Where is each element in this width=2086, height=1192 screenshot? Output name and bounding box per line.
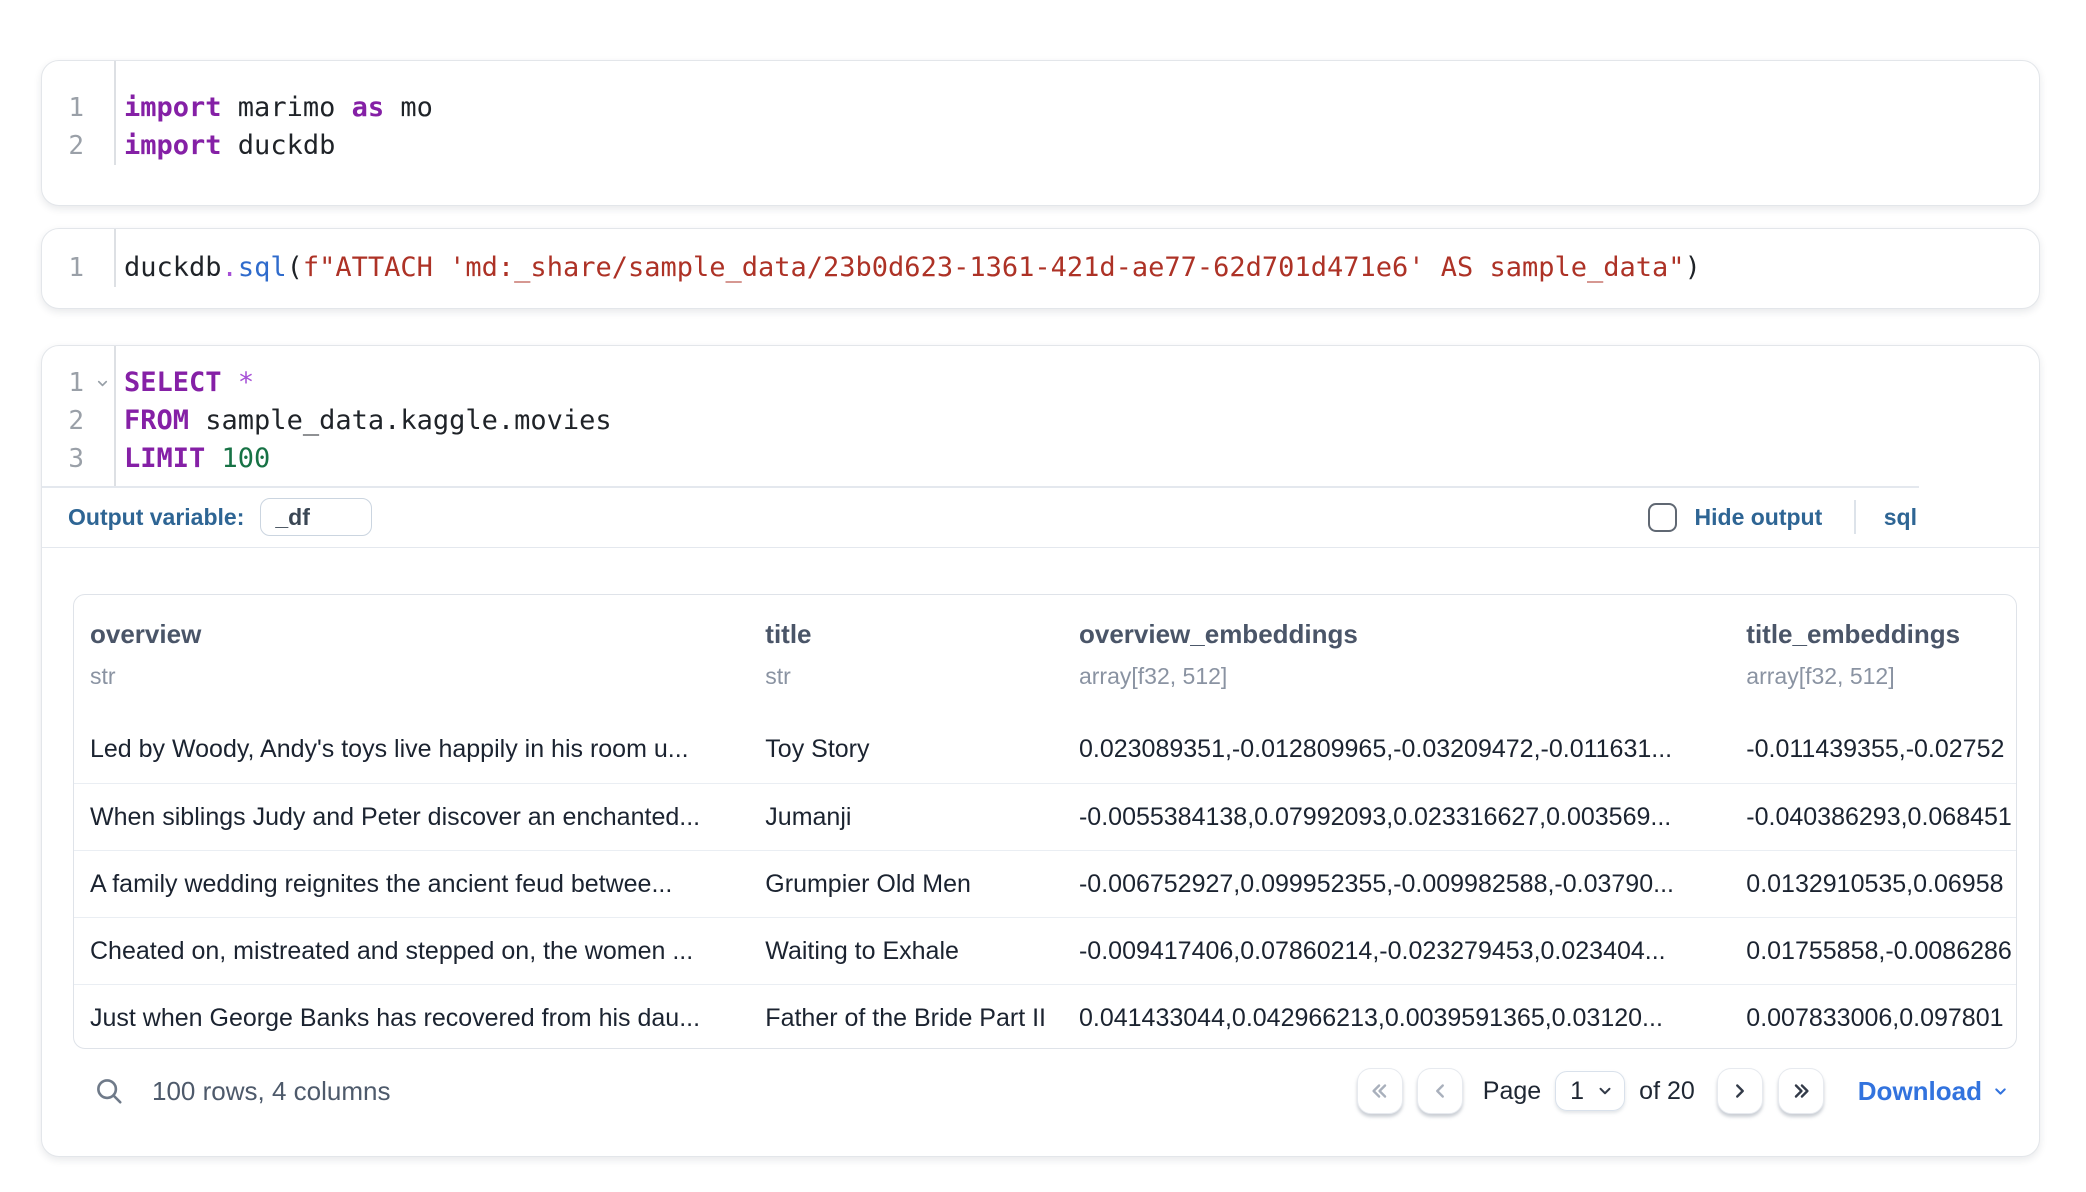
code-line[interactable]: 1 SELECT * xyxy=(42,364,2039,402)
code-token: import xyxy=(124,92,222,123)
line-number: 3 xyxy=(42,440,114,478)
sql-cell: 1 SELECT * 2 FROM sample_data.kaggle.mov… xyxy=(41,345,2040,1157)
code-text: import duckdb xyxy=(114,127,335,165)
chevron-left-icon xyxy=(1429,1080,1451,1102)
code-text: import marimo as mo xyxy=(114,89,433,127)
line-number: 1 xyxy=(42,249,114,287)
toolbar-vertical-divider xyxy=(1854,500,1856,534)
code-token: * xyxy=(238,367,254,398)
download-label: Download xyxy=(1858,1076,1982,1107)
code-token: sample_data.kaggle.movies xyxy=(189,405,612,436)
fold-chevron-icon[interactable] xyxy=(95,376,110,391)
code-token xyxy=(222,367,238,398)
dataframe-table: overview str title str overview_embeddin… xyxy=(73,594,2017,1049)
download-button[interactable]: Download xyxy=(1858,1076,2009,1107)
page-select-value: 1 xyxy=(1570,1077,1584,1106)
table-row: Cheated on, mistreated and stepped on, t… xyxy=(74,917,2016,984)
code-editor[interactable]: 1 duckdb.sql(f"ATTACH 'md:_share/sample_… xyxy=(42,229,2039,287)
gutter-divider xyxy=(114,229,116,287)
code-token: ) xyxy=(1685,252,1701,283)
previous-page-button[interactable] xyxy=(1417,1068,1463,1114)
line-number: 2 xyxy=(42,402,114,440)
output-variable-input[interactable] xyxy=(260,498,372,536)
code-text: FROM sample_data.kaggle.movies xyxy=(114,402,612,440)
pagination: Page 1 of 20 Download xyxy=(1357,1068,2009,1114)
code-token: import xyxy=(124,130,222,161)
chevron-down-icon xyxy=(1596,1082,1614,1100)
last-page-button[interactable] xyxy=(1778,1068,1824,1114)
table-row: When siblings Judy and Peter discover an… xyxy=(74,783,2016,850)
code-text: duckdb.sql(f"ATTACH 'md:_share/sample_da… xyxy=(114,249,1701,287)
gutter-divider xyxy=(114,61,116,165)
code-token: marimo xyxy=(222,92,352,123)
search-button[interactable] xyxy=(94,1076,124,1106)
first-page-button[interactable] xyxy=(1357,1068,1403,1114)
table-row: Just when George Banks has recovered fro… xyxy=(74,984,2016,1049)
code-token: FROM xyxy=(124,405,189,436)
gutter-divider xyxy=(114,346,116,486)
code-token: duckdb xyxy=(222,130,336,161)
line-number: 1 xyxy=(42,364,114,402)
search-icon xyxy=(94,1076,124,1106)
table-row: Led by Woody, Andy's toys live happily i… xyxy=(74,716,2016,783)
hide-output-label[interactable]: Hide output xyxy=(1695,504,1823,531)
column-header-overview[interactable]: overview str xyxy=(74,619,749,690)
code-line[interactable]: 2 FROM sample_data.kaggle.movies xyxy=(42,402,2039,440)
code-cell-imports: 1 import marimo as mo 2 import duckdb xyxy=(41,60,2040,206)
column-header-overview-embeddings[interactable]: overview_embeddings array[f32, 512] xyxy=(1063,619,1730,690)
page-select[interactable]: 1 xyxy=(1555,1071,1625,1111)
code-token: 100 xyxy=(222,443,271,474)
code-cell-attach: 1 duckdb.sql(f"ATTACH 'md:_share/sample_… xyxy=(41,228,2040,309)
code-text: LIMIT 100 xyxy=(114,440,270,478)
code-editor[interactable]: 1 import marimo as mo 2 import duckdb xyxy=(42,61,2039,165)
code-token xyxy=(205,443,221,474)
table-footer: 100 rows, 4 columns Page 1 of 20 Downloa… xyxy=(42,1049,2039,1133)
language-badge[interactable]: sql xyxy=(1884,504,1917,531)
row-count-summary: 100 rows, 4 columns xyxy=(152,1076,390,1107)
code-token: ( xyxy=(287,252,303,283)
code-token: duckdb xyxy=(124,252,222,283)
code-text: SELECT * xyxy=(114,364,254,402)
code-token: SELECT xyxy=(124,367,222,398)
line-number: 1 xyxy=(42,89,114,127)
output-variable-label: Output variable: xyxy=(68,504,244,531)
code-token: mo xyxy=(384,92,433,123)
code-line[interactable]: 1 duckdb.sql(f"ATTACH 'md:_share/sample_… xyxy=(42,249,2039,287)
code-token: . xyxy=(222,252,238,283)
table-row: A family wedding reignites the ancient f… xyxy=(74,850,2016,917)
double-chevron-left-icon xyxy=(1369,1080,1391,1102)
code-token: f"ATTACH 'md:_share/sample_data/23b0d623… xyxy=(303,252,1685,283)
code-editor[interactable]: 1 SELECT * 2 FROM sample_data.kaggle.mov… xyxy=(42,346,2039,486)
column-header-title[interactable]: title str xyxy=(749,619,1063,690)
chevron-right-icon xyxy=(1729,1080,1751,1102)
chevron-down-icon xyxy=(1992,1083,2009,1100)
double-chevron-right-icon xyxy=(1790,1080,1812,1102)
column-header-title-embeddings[interactable]: title_embeddings array[f32, 512] xyxy=(1730,619,2016,690)
line-number: 2 xyxy=(42,127,114,165)
hide-output-checkbox[interactable] xyxy=(1648,503,1677,532)
code-token: as xyxy=(352,92,385,123)
code-line[interactable]: 2 import duckdb xyxy=(42,127,2039,165)
table-header-row: overview str title str overview_embeddin… xyxy=(74,595,2016,716)
code-token: sql xyxy=(238,252,287,283)
output-divider xyxy=(42,547,2039,549)
code-line[interactable]: 3 LIMIT 100 xyxy=(42,440,2039,478)
page-label: Page xyxy=(1483,1077,1541,1106)
code-token: LIMIT xyxy=(124,443,205,474)
code-line[interactable]: 1 import marimo as mo xyxy=(42,89,2039,127)
page-total-label: of 20 xyxy=(1639,1077,1695,1106)
next-page-button[interactable] xyxy=(1717,1068,1763,1114)
sql-cell-toolbar: Output variable: Hide output sql xyxy=(42,488,2039,547)
